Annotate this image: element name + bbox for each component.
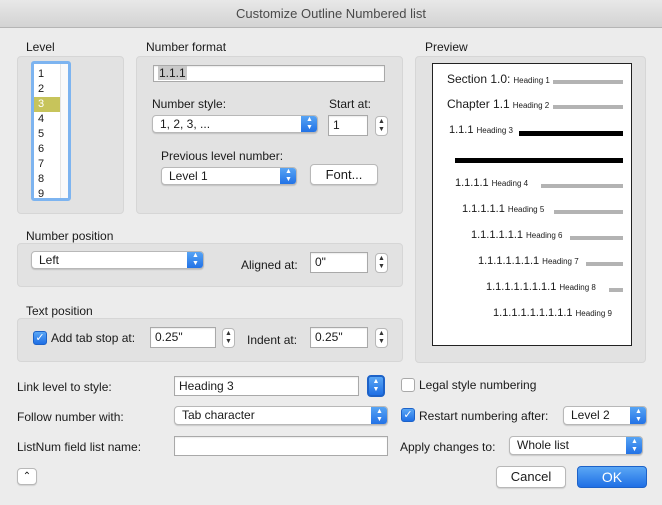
restart-after-popup[interactable]: Level 2 ▲ ▼ [563,406,647,425]
link-level-stepper[interactable]: ▲ ▼ [367,375,385,397]
preview-bar-5 [554,210,623,214]
preview-bar-7 [586,262,623,266]
link-level-input[interactable]: Heading 3 [174,376,359,396]
start-at-input[interactable]: 1 [328,115,368,136]
previous-level-chevron-icon: ▲ ▼ [280,168,296,184]
apply-changes-value: Whole list [517,438,570,452]
level-item-6[interactable]: 6 [34,142,60,157]
number-style-popup[interactable]: 1, 2, 3, ... ▲ ▼ [152,115,318,133]
preview-bar-3 [519,131,623,136]
ok-button[interactable]: OK [577,466,647,488]
preview-bar-2 [553,105,623,109]
level-item-3[interactable]: 3 [34,97,60,112]
preview-bar-1 [553,80,623,84]
number-alignment-value: Left [39,253,60,267]
aligned-at-stepper[interactable]: ▲ ▼ [375,253,388,273]
level-label: Level [26,40,55,54]
preview-line-8: 1.1.1.1.1.1.1.1 Heading 8 [486,281,596,293]
cancel-button[interactable]: Cancel [496,466,566,488]
level-item-7[interactable]: 7 [34,157,60,172]
number-alignment-chevron-icon: ▲ ▼ [187,252,203,268]
level-list[interactable]: 1 2 3 4 5 6 7 8 9 [31,61,71,201]
preview-page: Section 1.0: Heading 1 Chapter 1.1 Headi… [432,63,632,346]
aligned-at-label: Aligned at: [241,258,298,272]
preview-bar-4 [541,184,623,188]
tab-stop-input[interactable]: 0.25" [150,327,216,348]
listnum-input[interactable] [174,436,388,456]
previous-level-value: Level 1 [169,169,208,183]
follow-number-label: Follow number with: [17,410,124,424]
preview-line-9: 1.1.1.1.1.1.1.1.1 Heading 9 [493,307,612,319]
level-item-9[interactable]: 9 [34,187,60,202]
apply-changes-popup[interactable]: Whole list ▲ ▼ [509,436,643,455]
level-item-4[interactable]: 4 [34,112,60,127]
previous-level-label: Previous level number: [161,149,284,163]
font-button[interactable]: Font... [310,164,378,185]
link-level-label: Link level to style: [17,380,112,394]
preview-line-7: 1.1.1.1.1.1.1 Heading 7 [478,255,579,267]
apply-changes-label: Apply changes to: [400,440,496,454]
tab-stop-stepper[interactable]: ▲ ▼ [222,328,235,348]
start-at-label: Start at: [329,97,372,111]
number-style-value: 1, 2, 3, ... [160,117,211,131]
indent-at-input[interactable]: 0.25" [310,327,368,348]
preview-line-3: 1.1.1 Heading 3 [449,124,513,136]
previous-level-popup[interactable]: Level 1 ▲ ▼ [161,167,297,185]
level-item-5[interactable]: 5 [34,127,60,142]
indent-at-stepper[interactable]: ▲ ▼ [375,328,388,348]
chevron-up-icon: ⌃ [22,471,32,482]
number-format-value: 1.1.1 [158,66,187,80]
level-item-2[interactable]: 2 [34,82,60,97]
preview-line-5: 1.1.1.1.1 Heading 5 [462,203,545,215]
follow-number-popup[interactable]: Tab character ▲ ▼ [174,406,388,425]
preview-line-6: 1.1.1.1.1.1 Heading 6 [471,229,563,241]
level-list-scrollbar[interactable] [60,64,68,198]
preview-line-2: Chapter 1.1 Heading 2 [447,97,550,111]
number-style-chevron-icon: ▲ ▼ [301,116,317,132]
legal-style-checkbox[interactable] [401,378,415,392]
apply-changes-chevron-icon: ▲ ▼ [626,437,642,454]
level-item-8[interactable]: 8 [34,172,60,187]
number-format-label: Number format [146,40,227,54]
number-style-label: Number style: [152,97,227,111]
level-item-1[interactable]: 1 [34,67,60,82]
follow-number-value: Tab character [182,408,255,422]
restart-after-chevron-icon: ▲ ▼ [630,407,646,424]
preview-bar-8 [609,288,623,292]
preview-line-4: 1.1.1.1 Heading 4 [455,177,529,189]
listnum-label: ListNum field list name: [17,440,142,454]
restart-after-value: Level 2 [571,408,610,422]
number-format-input[interactable]: 1.1.1 [153,65,385,82]
aligned-at-input[interactable]: 0" [310,252,368,273]
collapse-button[interactable]: ⌃ [17,468,37,485]
add-tab-stop-checkbox[interactable]: ✓ [33,331,47,345]
follow-number-chevron-icon: ▲ ▼ [371,407,387,424]
legal-style-label: Legal style numbering [419,378,537,392]
text-position-label: Text position [26,304,93,318]
number-position-label: Number position [26,229,114,243]
window-title: Customize Outline Numbered list [0,0,662,28]
restart-numbering-checkbox[interactable]: ✓ [401,408,415,422]
preview-label: Preview [425,40,468,54]
preview-bar-6 [570,236,623,240]
preview-bar-3b [455,158,623,163]
indent-at-label: Indent at: [247,333,298,347]
add-tab-stop-label: Add tab stop at: [51,331,136,345]
start-at-stepper[interactable]: ▲ ▼ [375,116,388,136]
number-alignment-popup[interactable]: Left ▲ ▼ [31,251,204,269]
restart-numbering-label: Restart numbering after: [419,409,549,423]
preview-line-1: Section 1.0: Heading 1 [447,72,550,86]
